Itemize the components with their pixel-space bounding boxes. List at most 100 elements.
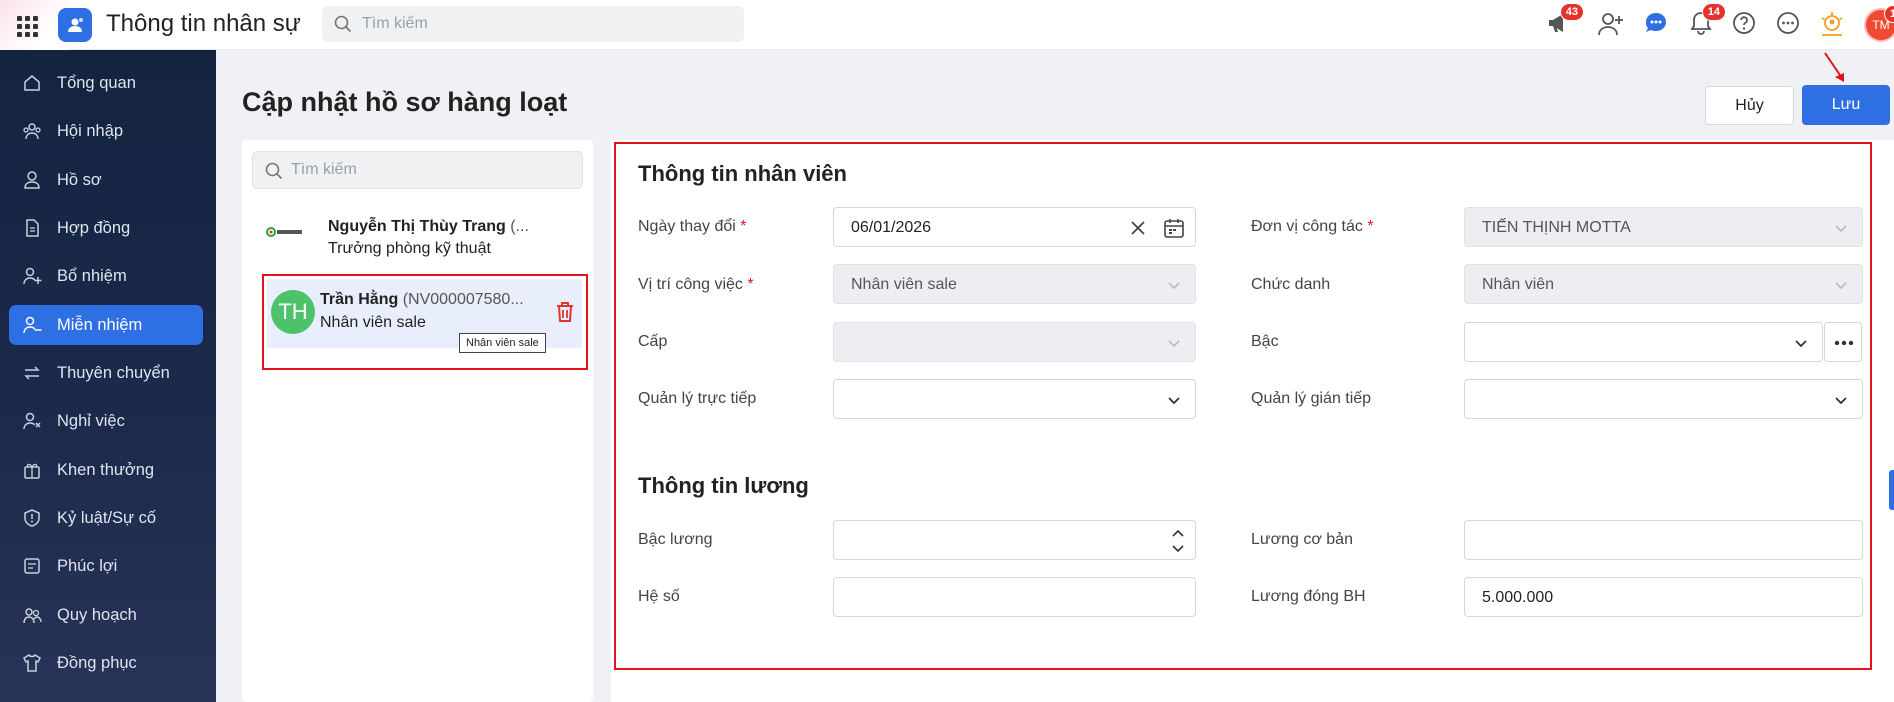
sidebar-item-contract[interactable]: Hợp đồng — [9, 208, 203, 248]
job-title-select[interactable]: Nhân viên — [1464, 264, 1863, 304]
chevron-down-icon — [1835, 282, 1847, 290]
sidebar-item-onboarding[interactable]: Hội nhập — [9, 111, 203, 151]
sidebar-item-label: Nghỉ việc — [57, 412, 125, 430]
uniform-icon — [23, 653, 41, 672]
add-user-icon[interactable] — [1597, 10, 1627, 40]
checkin-icon[interactable] — [1818, 10, 1848, 40]
change-date-picker[interactable]: 06/01/2026 — [833, 207, 1196, 247]
user-avatar[interactable]: TM 1 — [1864, 5, 1894, 42]
salary-grade-stepper[interactable] — [833, 520, 1196, 560]
sidebar-item-label: Tổng quan — [57, 74, 136, 92]
role-tooltip: Nhân viên sale — [459, 333, 546, 353]
base-salary-label: Lương cơ bản — [1251, 531, 1353, 548]
contract-icon — [26, 219, 39, 237]
salary-info-title: Thông tin lương — [638, 473, 809, 498]
chevron-down-icon — [1168, 282, 1180, 290]
help-icon[interactable] — [1731, 10, 1761, 40]
direct-manager-select[interactable] — [833, 379, 1196, 419]
change-date-value: 06/01/2026 — [851, 219, 932, 236]
sidebar-item-label: Bổ nhiệm — [57, 267, 127, 285]
level-label: Cấp — [638, 333, 668, 350]
home-icon — [24, 75, 40, 91]
welfare-icon — [24, 558, 40, 574]
indirect-manager-select[interactable] — [1464, 379, 1863, 419]
global-search[interactable] — [322, 6, 744, 42]
chevron-down-icon — [1168, 397, 1180, 405]
sidebar-item-transfer[interactable]: Thuyên chuyển — [9, 353, 203, 393]
employee-search-input[interactable] — [291, 152, 576, 188]
side-drawer-tab[interactable] — [1889, 470, 1894, 510]
more-icon[interactable] — [1775, 10, 1805, 40]
planning-icon — [23, 608, 42, 624]
cancel-button[interactable]: Hủy — [1705, 86, 1794, 125]
job-title-label: Chức danh — [1251, 276, 1331, 293]
work-unit-select[interactable]: TIẾN THỊNH MOTTA — [1464, 207, 1863, 247]
chevron-down-icon — [1168, 340, 1180, 348]
discipline-icon — [24, 509, 40, 527]
sidebar-item-label: Hội nhập — [57, 122, 124, 140]
sidebar-item-dismissal[interactable]: Miễn nhiệm — [9, 305, 203, 345]
profile-icon — [24, 171, 40, 189]
reward-icon — [24, 463, 40, 479]
job-position-label: Vị trí công việc * — [638, 276, 754, 293]
insurance-salary-label: Lương đóng BH — [1251, 588, 1366, 605]
onboarding-icon — [23, 123, 41, 140]
base-salary-input[interactable] — [1464, 520, 1863, 560]
chevron-down-icon — [1795, 340, 1807, 348]
employee-avatar: TH — [271, 290, 315, 334]
sidebar-item-profile[interactable]: Hồ sơ — [9, 160, 203, 200]
employee-name: Nguyễn Thị Thùy Trang (... — [328, 218, 529, 235]
sidebar-item-appointment[interactable]: Bổ nhiệm — [9, 256, 203, 296]
chevron-down-icon — [1835, 225, 1847, 233]
employee-list-item-selected[interactable]: TH Trần Hằng (NV000007580... Nhân viên s… — [262, 274, 588, 370]
sidebar-item-planning[interactable]: Quy hoạch — [9, 595, 203, 635]
trash-icon[interactable] — [554, 300, 576, 324]
bell-icon[interactable]: 14 — [1688, 3, 1726, 40]
sidebar-item-reward[interactable]: Khen thưởng — [9, 450, 203, 490]
grade-more-button[interactable] — [1824, 322, 1862, 362]
coefficient-input[interactable] — [833, 577, 1196, 617]
insurance-salary-input[interactable]: 5.000.000 — [1464, 577, 1863, 617]
coefficient-label: Hệ số — [638, 588, 680, 605]
sidebar-item-discipline[interactable]: Kỷ luật/Sự cố — [9, 498, 203, 538]
app-grid-icon[interactable] — [14, 13, 38, 37]
job-position-select[interactable]: Nhân viên sale — [833, 264, 1196, 304]
sidebar-item-label: Kỷ luật/Sự cố — [57, 509, 157, 527]
company-logo — [266, 227, 302, 237]
transfer-icon — [24, 366, 40, 380]
salary-grade-label: Bậc lương — [638, 531, 713, 548]
sidebar-item-resignation[interactable]: Nghỉ việc — [9, 401, 203, 441]
employee-list-item[interactable]: Nguyễn Thị Thùy Trang (... Trưởng phòng … — [252, 202, 583, 262]
sidebar-item-uniform[interactable]: Đồng phục — [9, 643, 203, 683]
app-logo-icon — [58, 8, 92, 42]
chat-icon[interactable] — [1643, 10, 1673, 40]
employee-role: Trưởng phòng kỹ thuật — [328, 240, 491, 257]
sidebar-item-welfare[interactable]: Phúc lợi — [9, 546, 203, 586]
clear-icon[interactable] — [1129, 219, 1147, 237]
grade-select[interactable] — [1464, 322, 1823, 362]
change-date-label: Ngày thay đổi * — [638, 218, 747, 235]
save-button[interactable]: Lưu — [1802, 85, 1890, 125]
employee-search[interactable] — [252, 151, 583, 189]
sidebar-item-overview[interactable]: Tổng quan — [9, 63, 203, 103]
top-bar: Thông tin nhân sự 43 14 TM 1 — [0, 0, 1894, 50]
employee-role: Nhân viên sale — [320, 314, 426, 331]
more-horizontal-icon — [1834, 340, 1854, 346]
app-title: Thông tin nhân sự — [106, 10, 301, 37]
sidebar: Tổng quan Hội nhập Hồ sơ Hợp đồng Bổ nhi… — [0, 50, 216, 702]
sidebar-item-label: Phúc lợi — [57, 557, 118, 575]
stepper-arrows-icon[interactable] — [1171, 527, 1185, 555]
work-unit-value: TIẾN THỊNH MOTTA — [1482, 219, 1631, 236]
employee-name: Trần Hằng (NV000007580... — [320, 291, 524, 308]
level-select[interactable] — [833, 322, 1196, 362]
calendar-icon[interactable] — [1163, 217, 1185, 239]
sidebar-item-label: Hợp đồng — [57, 219, 131, 237]
employee-info-title: Thông tin nhân viên — [638, 161, 847, 186]
sidebar-item-label: Khen thưởng — [57, 461, 155, 479]
global-search-input[interactable] — [362, 6, 732, 42]
megaphone-icon[interactable]: 43 — [1546, 3, 1584, 40]
page-title: Cập nhật hồ sơ hàng loạt — [242, 87, 568, 117]
employee-list-panel: Nguyễn Thị Thùy Trang (... Trưởng phòng … — [242, 140, 593, 702]
work-unit-label: Đơn vị công tác * — [1251, 218, 1374, 235]
notification-count-badge: 14 — [1701, 3, 1726, 21]
